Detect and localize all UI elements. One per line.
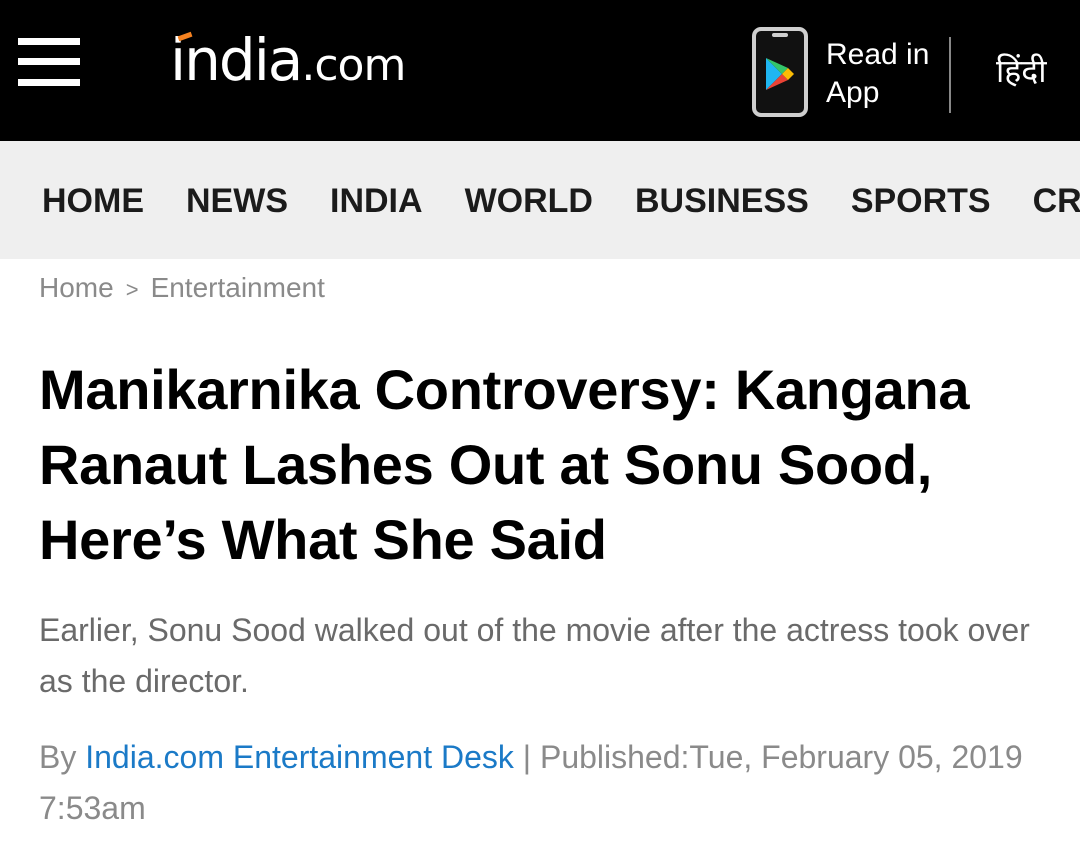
play-store-phone-icon[interactable] [752, 27, 808, 117]
nav-item-home[interactable]: HOME [42, 181, 144, 221]
nav-item-india[interactable]: INDIA [330, 181, 423, 221]
article-byline: By India.com Entertainment Desk | Publis… [39, 732, 1059, 834]
article-summary: Earlier, Sonu Sood walked out of the mov… [39, 612, 1030, 699]
nav-list: HOME NEWS INDIA WORLD BUSINESS SPORTS CRIC [42, 181, 1080, 221]
article-headline: Manikarnika Controversy: Kangana Ranaut … [39, 358, 970, 571]
read-in-app-line2: App [826, 76, 880, 109]
breadcrumb-entertainment[interactable]: Entertainment [151, 272, 325, 303]
nav-item-news[interactable]: NEWS [186, 181, 288, 221]
hindi-language-link[interactable]: हिंदी [996, 48, 1047, 94]
nav-item-cric[interactable]: CRIC [1033, 181, 1080, 221]
menu-icon-line [18, 58, 80, 65]
play-store-icon [766, 58, 794, 90]
nav-item-sports[interactable]: SPORTS [851, 181, 991, 221]
read-in-app-line1: Read in [826, 38, 930, 71]
read-in-app-link[interactable]: Read in App [826, 36, 929, 112]
menu-icon-line [18, 79, 80, 86]
header-divider [949, 37, 951, 113]
logo-tld: .com [301, 40, 406, 91]
breadcrumb: Home > Entertainment [39, 270, 325, 308]
nav-item-world[interactable]: WORLD [465, 181, 593, 221]
site-logo[interactable]: india.com [170, 28, 406, 92]
byline-prefix: By [39, 739, 86, 775]
top-bar: india.com Read in App हिंदी [0, 0, 1080, 141]
phone-notch [772, 33, 788, 37]
breadcrumb-home[interactable]: Home [39, 272, 114, 303]
author-link[interactable]: India.com Entertainment Desk [85, 739, 514, 775]
menu-icon-line [18, 38, 80, 45]
menu-icon[interactable] [18, 38, 80, 86]
breadcrumb-separator: > [125, 277, 139, 302]
category-nav: HOME NEWS INDIA WORLD BUSINESS SPORTS CRIC [0, 141, 1080, 259]
nav-item-business[interactable]: BUSINESS [635, 181, 809, 221]
